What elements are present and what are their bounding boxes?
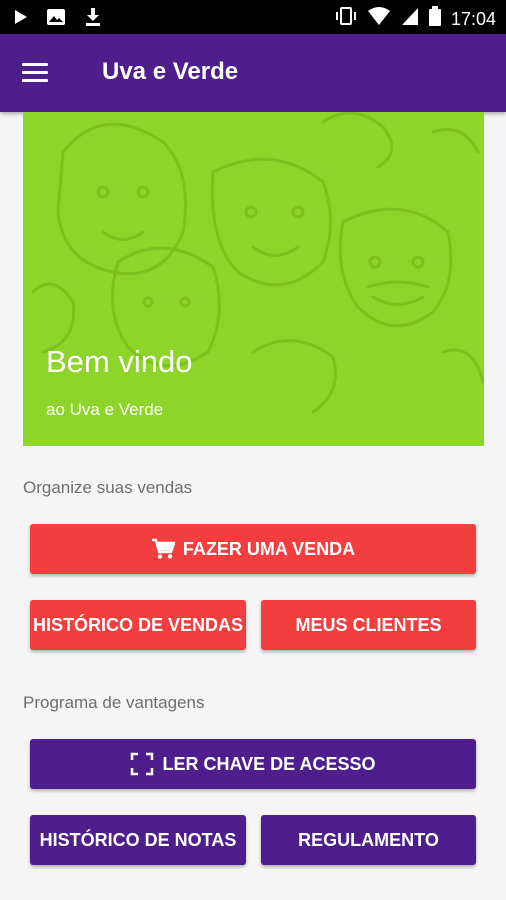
cart-icon bbox=[151, 538, 175, 560]
welcome-subtitle: ao Uva e Verde bbox=[46, 400, 164, 419]
my-clients-button[interactable]: MEUS CLIENTES bbox=[261, 600, 476, 650]
faces-pattern-illustration bbox=[31, 112, 484, 414]
image-icon bbox=[46, 8, 66, 31]
status-bar: 17:04 bbox=[0, 0, 506, 34]
scan-access-key-button[interactable]: LER CHAVE DE ACESSO bbox=[30, 739, 476, 789]
notes-history-button[interactable]: HISTÓRICO DE NOTAS bbox=[30, 815, 246, 865]
signal-icon bbox=[401, 6, 419, 31]
app-bar: Uva e Verde bbox=[0, 34, 506, 112]
download-icon bbox=[84, 7, 102, 32]
sales-history-button[interactable]: HISTÓRICO DE VENDAS bbox=[30, 600, 246, 650]
wifi-icon bbox=[367, 6, 391, 31]
hamburger-menu-icon[interactable] bbox=[22, 58, 58, 88]
notes-history-label: HISTÓRICO DE NOTAS bbox=[39, 829, 237, 850]
make-sale-label: FAZER UMA VENDA bbox=[182, 538, 356, 559]
play-icon bbox=[14, 9, 28, 30]
battery-icon bbox=[428, 6, 441, 31]
scan-access-key-label: LER CHAVE DE ACESSO bbox=[162, 753, 376, 774]
rewards-section-label: Programa de vantagens bbox=[23, 693, 205, 712]
app-title: Uva e Verde bbox=[102, 58, 239, 85]
rules-label: REGULAMENTO bbox=[298, 829, 439, 850]
rules-button[interactable]: REGULAMENTO bbox=[261, 815, 476, 865]
sales-history-label: HISTÓRICO DE VENDAS bbox=[32, 614, 244, 635]
make-sale-button[interactable]: FAZER UMA VENDA bbox=[30, 524, 476, 574]
welcome-title: Bem vindo bbox=[46, 344, 193, 379]
vibrate-icon bbox=[335, 6, 357, 31]
status-time: 17:04 bbox=[450, 8, 496, 29]
my-clients-label: MEUS CLIENTES bbox=[295, 614, 442, 635]
sales-section-label: Organize suas vendas bbox=[23, 478, 193, 497]
welcome-banner: Bem vindo ao Uva e Verde bbox=[23, 112, 484, 446]
scan-frame-icon bbox=[130, 752, 154, 776]
